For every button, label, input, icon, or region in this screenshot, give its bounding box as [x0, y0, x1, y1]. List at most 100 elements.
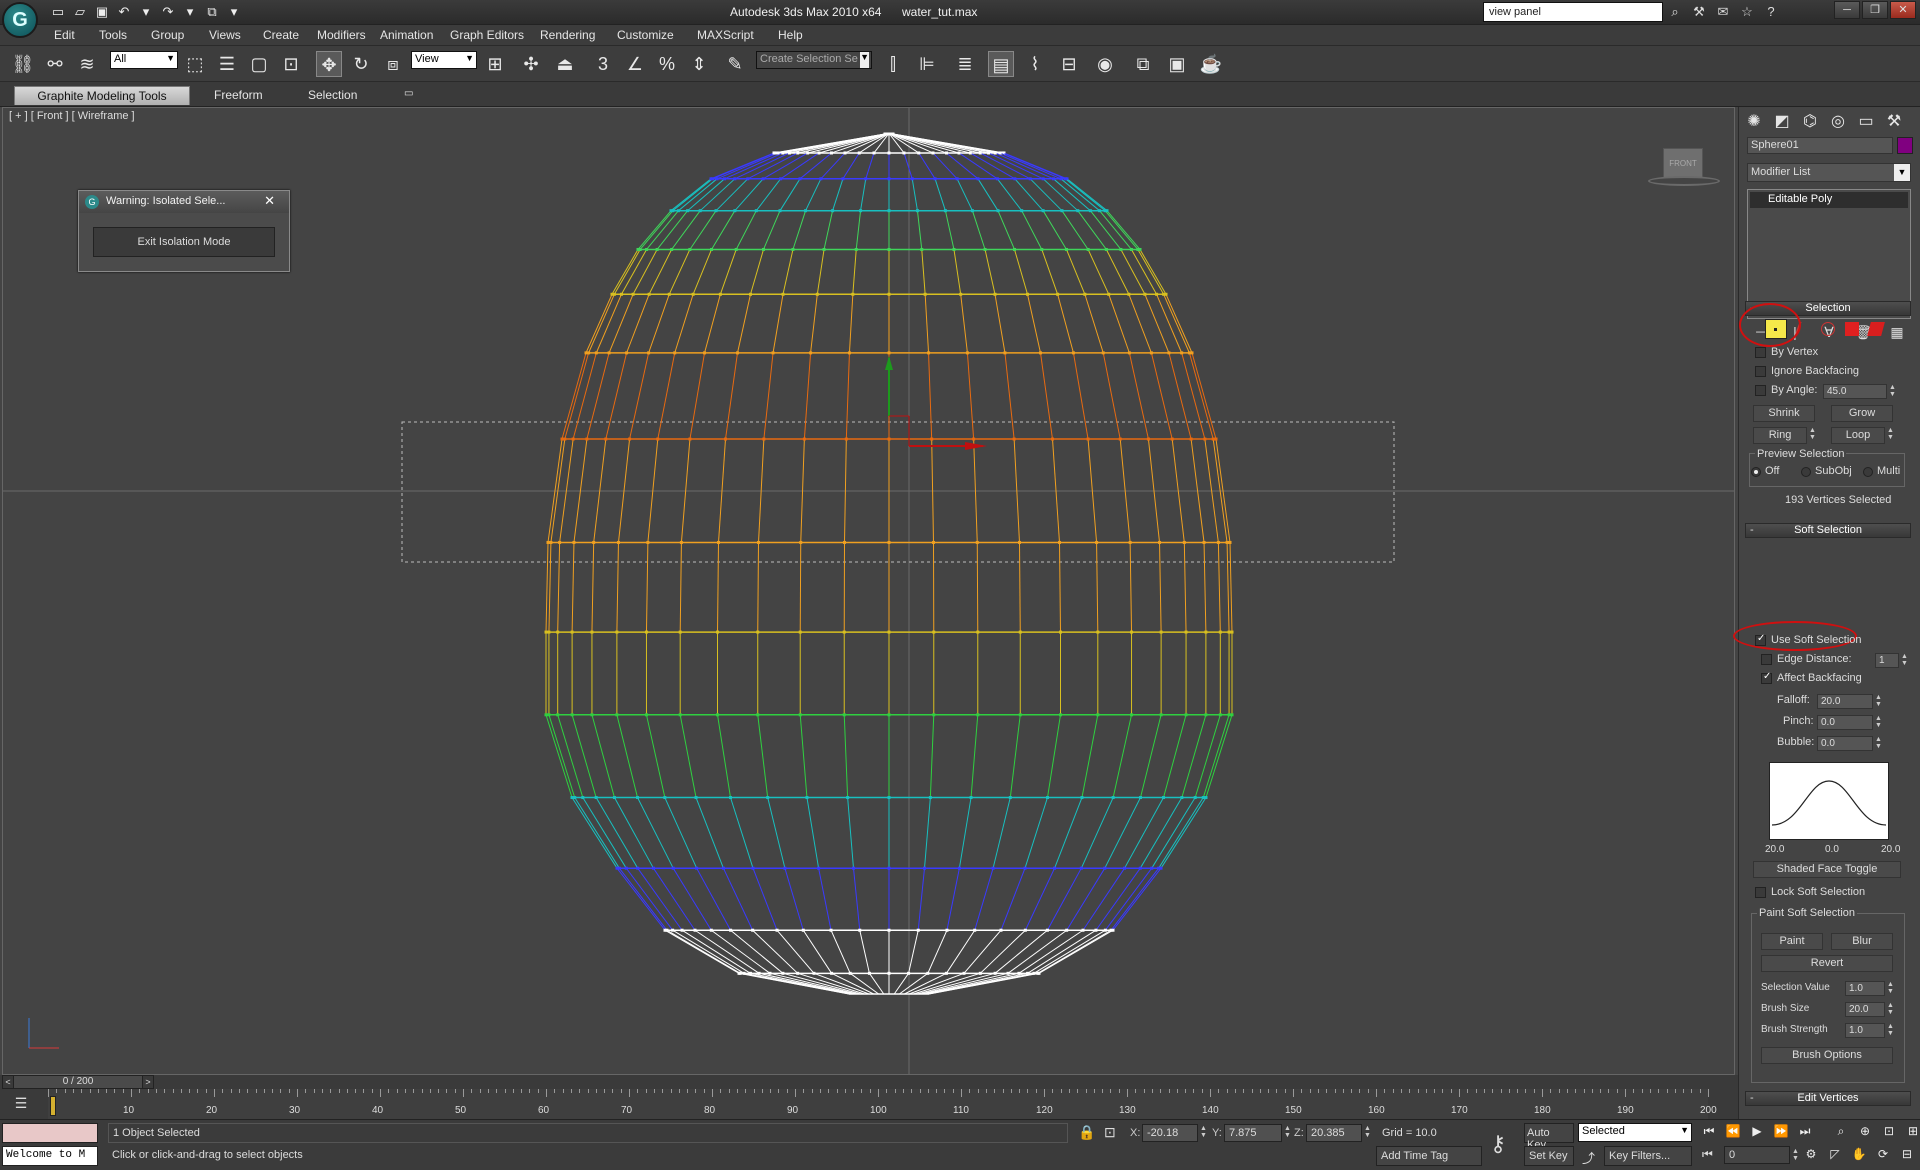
time-configuration-icon[interactable]: ⚙	[1802, 1147, 1820, 1163]
mesh-vertex[interactable]	[1130, 630, 1134, 634]
mesh-vertex[interactable]	[594, 351, 598, 355]
mesh-vertex[interactable]	[887, 866, 891, 870]
mesh-vertex[interactable]	[716, 713, 719, 717]
selection-lock-icon[interactable]: 🔒	[1078, 1124, 1095, 1141]
mesh-vertex[interactable]	[1109, 928, 1113, 932]
select-object-icon[interactable]: ⬚	[182, 51, 208, 77]
mesh-vertex[interactable]	[917, 151, 921, 155]
spinner-snap-icon[interactable]: ⇕	[686, 51, 712, 77]
mesh-vertex[interactable]	[724, 437, 727, 441]
mesh-vertex[interactable]	[736, 351, 739, 355]
mesh-vertex[interactable]	[647, 292, 651, 296]
mesh-vertex[interactable]	[607, 351, 611, 355]
mesh-vertex[interactable]	[592, 540, 596, 544]
mesh-vertex[interactable]	[1026, 292, 1029, 296]
mesh-vertex[interactable]	[957, 866, 961, 870]
next-frame-icon[interactable]: >	[142, 1075, 154, 1089]
mesh-vertex[interactable]	[671, 928, 675, 932]
mesh-vertex[interactable]	[775, 928, 779, 932]
menu-create[interactable]: Create	[263, 28, 299, 42]
mesh-vertex[interactable]	[952, 247, 956, 251]
mesh-vertex[interactable]	[1026, 971, 1030, 975]
mesh-vertex[interactable]	[993, 292, 997, 296]
mesh-vertex[interactable]	[779, 177, 783, 181]
mesh-vertex[interactable]	[778, 209, 782, 213]
mesh-vertex[interactable]	[1003, 351, 1007, 355]
mesh-vertex[interactable]	[546, 540, 550, 544]
mesh-vertex[interactable]	[1218, 630, 1222, 634]
mesh-vertex[interactable]	[1129, 247, 1133, 251]
mesh-vertex[interactable]	[733, 177, 737, 181]
bubble-spinner[interactable]: 0.0	[1817, 736, 1873, 751]
mesh-vertex[interactable]	[1063, 177, 1067, 181]
mesh-vertex[interactable]	[819, 177, 823, 181]
mesh-vertex[interactable]	[1051, 177, 1055, 181]
mesh-vertex[interactable]	[737, 971, 741, 975]
mesh-vertex[interactable]	[926, 971, 930, 975]
mesh-vertex[interactable]	[1086, 247, 1090, 251]
mesh-vertex[interactable]	[584, 351, 588, 355]
mesh-vertex[interactable]	[673, 351, 677, 355]
mesh-vertex[interactable]	[945, 151, 948, 155]
mesh-vertex[interactable]	[671, 866, 675, 870]
spinner-arrows-icon[interactable]: ▲ ▼	[1875, 715, 1883, 730]
mesh-vertex[interactable]	[1127, 351, 1131, 355]
select-and-manipulate-icon[interactable]: ✣	[518, 51, 544, 77]
mesh-vertex[interactable]	[766, 796, 770, 800]
mesh-vertex[interactable]	[612, 796, 616, 800]
mesh-vertex[interactable]	[570, 630, 574, 634]
mesh-vertex[interactable]	[1098, 209, 1102, 213]
mesh-vertex[interactable]	[972, 437, 976, 441]
mesh-vertex[interactable]	[1056, 292, 1060, 296]
mesh-vertex[interactable]	[590, 713, 594, 717]
exit-isolation-mode-button[interactable]: Exit Isolation Mode	[93, 227, 275, 257]
mesh-vertex[interactable]	[1017, 971, 1021, 975]
auto-key-button[interactable]: Auto Key	[1524, 1123, 1574, 1151]
mesh-vertex[interactable]	[1138, 866, 1142, 870]
mesh-vertex[interactable]	[1103, 866, 1107, 870]
brush-size-spinner[interactable]: 20.0	[1845, 1002, 1885, 1017]
mesh-vertex[interactable]	[843, 151, 847, 155]
mesh-vertex[interactable]	[976, 630, 980, 634]
mesh-vertex[interactable]	[887, 796, 891, 800]
mesh-vertex[interactable]	[703, 351, 707, 355]
graphite-modeling-toggle-icon[interactable]: ▤	[988, 51, 1014, 77]
mesh-vertex[interactable]	[1012, 437, 1016, 441]
ribbon-minimize-icon[interactable]: ▭	[396, 86, 421, 105]
create-tab-icon[interactable]: ✺	[1743, 111, 1765, 133]
mesh-vertex[interactable]	[631, 292, 635, 296]
mesh-vertex[interactable]	[734, 247, 738, 251]
add-time-tag-button[interactable]: Add Time Tag	[1376, 1146, 1482, 1166]
falloff-spinner[interactable]: 20.0	[1817, 694, 1873, 709]
mesh-vertex[interactable]	[1227, 630, 1231, 634]
mesh-vertex[interactable]	[560, 437, 564, 441]
mesh-vertex[interactable]	[1018, 630, 1022, 634]
preview-off-radio[interactable]: Off	[1751, 465, 1779, 477]
mesh-vertex[interactable]	[571, 437, 575, 441]
mesh-vertex[interactable]	[1158, 540, 1162, 544]
mesh-vertex[interactable]	[1083, 292, 1087, 296]
maximize-viewport-icon[interactable]: ⊟	[1898, 1147, 1916, 1163]
mesh-vertex[interactable]	[688, 247, 692, 251]
mesh-vertex[interactable]	[663, 928, 667, 932]
mesh-vertex[interactable]	[809, 351, 813, 355]
mesh-vertex[interactable]	[848, 971, 852, 975]
mesh-vertex[interactable]	[996, 209, 1000, 213]
modify-tab-icon[interactable]: ◩	[1771, 111, 1793, 133]
mesh-vertex[interactable]	[965, 351, 969, 355]
edge-distance-spinner[interactable]: 1	[1875, 653, 1899, 668]
mesh-vertex[interactable]	[1081, 928, 1085, 932]
brush-strength-spinner[interactable]: 1.0	[1845, 1023, 1885, 1038]
mesh-vertex[interactable]	[669, 209, 673, 213]
mesh-vertex[interactable]	[1041, 209, 1045, 213]
subscription-icon[interactable]: ⚒	[1689, 3, 1709, 21]
mesh-vertex[interactable]	[733, 209, 737, 213]
mesh-vertex[interactable]	[830, 971, 834, 975]
mesh-vertex[interactable]	[887, 151, 891, 155]
mesh-vertex[interactable]	[887, 209, 891, 213]
mesh-vertex[interactable]	[1184, 713, 1188, 717]
mesh-vertex[interactable]	[636, 796, 640, 800]
mesh-vertex[interactable]	[698, 209, 702, 213]
mesh-vertex[interactable]	[1020, 209, 1024, 213]
mesh-vertex[interactable]	[932, 713, 936, 717]
